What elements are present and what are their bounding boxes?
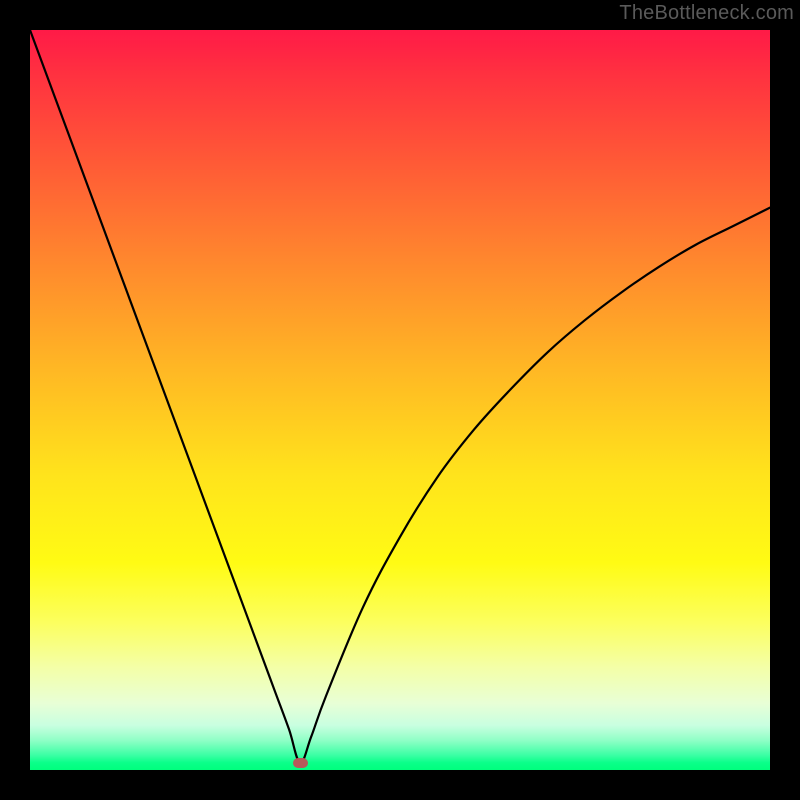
watermark-text: TheBottleneck.com — [619, 2, 794, 25]
plot-area — [30, 30, 770, 770]
min-marker — [293, 758, 308, 768]
chart-frame: TheBottleneck.com — [0, 0, 800, 800]
curve-layer — [30, 30, 770, 770]
bottleneck-curve — [30, 30, 770, 763]
